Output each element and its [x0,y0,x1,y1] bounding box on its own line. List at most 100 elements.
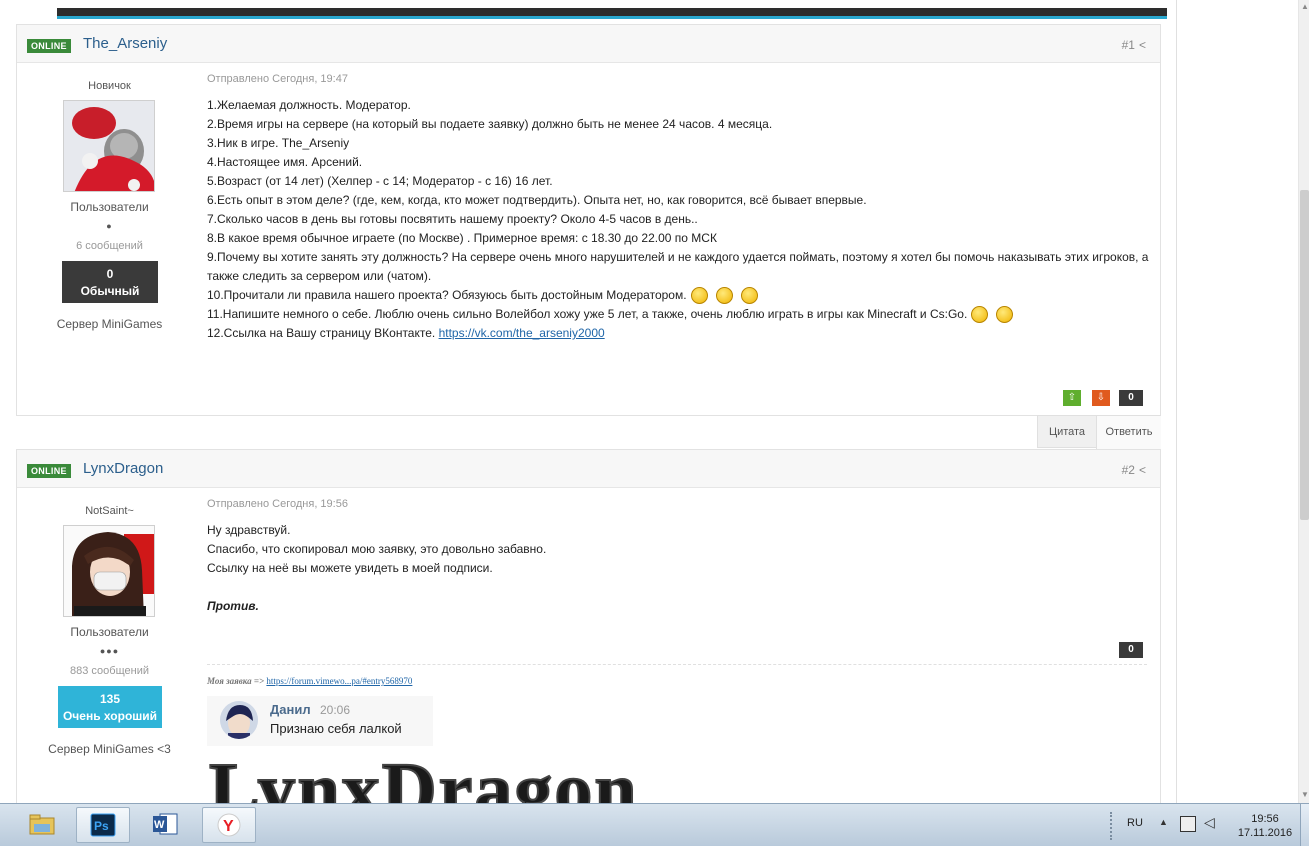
signature-divider [207,664,1147,665]
author-rank-pips: ● [106,221,113,231]
chat-name: Данил [270,702,311,717]
share-icon[interactable]: < [1139,38,1146,52]
avatar-kitten-image [64,101,154,191]
author-group: Пользователи [70,200,149,214]
post-author-name[interactable]: LynxDragon [83,460,163,477]
author-server: Сервер MiniGames <3 [48,742,171,756]
tray-time: 19:56 [1251,813,1279,825]
quote-button[interactable]: Цитата [1038,416,1097,449]
post-line: также следить за сервером или (чатом). [207,269,432,283]
post-line: Спасибо, что скопировал мою заявку, это … [207,542,547,556]
reputation-value: 0 [106,267,114,281]
post-line-with-smiles: 11.Напишите немного о себе. Люблю очень … [207,305,1157,324]
post-date: Отправлено Сегодня, 19:47 [207,73,348,85]
right-margin [1176,0,1297,803]
post-reputation-count: 0 [1119,642,1143,658]
taskbar-photoshop[interactable]: Ps [76,807,130,843]
taskbar-explorer[interactable] [16,807,70,843]
post-line: 9.Почему вы хотите занять эту должность?… [207,250,1149,264]
post-body: 1.Желаемая должность. Модератор. 2.Время… [207,96,1157,343]
post-line: Ну здравствуй. [207,523,291,537]
vote-down-icon[interactable]: ⇩ [1092,390,1110,406]
post-line: 3.Ник в игре. The_Arseniy [207,136,350,150]
post-line-text: 11.Напишите немного о себе. Люблю очень … [207,307,968,321]
scroll-up-icon[interactable]: ▲ [1301,2,1309,11]
folder-icon [29,814,55,835]
post-line: 1.Желаемая должность. Модератор. [207,98,411,112]
signature-banner: LynxDragon [209,750,809,810]
avatar-anime-image [64,526,154,616]
yandex-icon: Y [217,813,241,837]
network-icon[interactable] [1180,816,1196,832]
post-line: 5.Возраст (от 14 лет) (Хелпер - с 14; Мо… [207,174,553,188]
post-controls: Цитата Ответить [1037,415,1161,449]
post-line: Ссылку на неё вы можете увидеть в моей п… [207,561,493,575]
author-avatar[interactable] [63,100,155,192]
chat-avatar-image [220,701,258,739]
post-line-text: 12.Ссылка на Вашу страницу ВКонтакте. [207,326,439,340]
author-rank: Новичок [88,80,131,92]
signature-link[interactable]: https://forum.vimewo...pa/#entry568970 [266,676,412,686]
tray-grip [1110,812,1118,840]
word-icon: W [153,813,178,835]
post-header: ONLINE The_Arseniy #1 < [17,25,1160,63]
browser-top-bar [0,0,1309,22]
post-line: 4.Настоящее имя. Арсений. [207,155,363,169]
forum-post-2: ONLINE LynxDragon #2 < NotSaint~ Пользова… [16,449,1161,810]
scroll-down-icon[interactable]: ▼ [1301,790,1309,799]
scrollbar-thumb[interactable] [1300,190,1309,520]
smile-icon [740,287,758,305]
post-number-label[interactable]: #1 [1122,38,1135,52]
tray-clock[interactable]: 19:56 17.11.2016 [1230,812,1300,840]
wink-smile-icon [996,306,1014,324]
post-line: 12.Ссылка на Вашу страницу ВКонтакте. ht… [207,324,1157,343]
tray-language[interactable]: RU [1127,817,1143,829]
post-line-text: 10.Прочитали ли правила нашего проекта? … [207,288,687,302]
author-rank: NotSaint~ [85,505,134,517]
show-desktop-button[interactable] [1300,804,1309,846]
photoshop-icon: Ps [90,813,116,837]
share-icon[interactable]: < [1139,463,1146,477]
post-header: ONLINE LynxDragon #2 < [17,450,1160,488]
svg-text:Y: Y [223,818,234,835]
author-avatar[interactable] [63,525,155,617]
author-group: Пользователи [70,625,149,639]
vk-profile-link[interactable]: https://vk.com/the_arseniy2000 [439,326,605,340]
windows-taskbar: Ps W Y RU ▲ ◁ 19:56 17.11.2016 [0,803,1309,846]
smile-icon [715,287,733,305]
chat-avatar [220,701,258,739]
smile-icon [690,287,708,305]
tray-date: 17.11.2016 [1237,827,1293,839]
reputation-label: Очень хороший [62,709,158,723]
tray-expand-icon[interactable]: ▲ [1159,817,1168,827]
post-line-bold: Против. [207,599,259,613]
post-line: 2.Время игры на сервере (на который вы п… [207,117,773,131]
post-line-with-smiles: 10.Прочитали ли правила нашего проекта? … [207,286,1157,305]
post-author-name[interactable]: The_Arseniy [83,35,167,52]
chat-text: Признаю себя лалкой [270,721,402,736]
author-post-count[interactable]: 883 сообщений [17,665,202,677]
volume-icon[interactable]: ◁ [1204,814,1215,831]
signature-chat-card: Данил 20:06 Признаю себя лалкой [207,696,433,746]
post-number[interactable]: #2 < [1122,463,1146,477]
post-number-label[interactable]: #2 [1122,463,1135,477]
cool-smile-icon [971,306,989,324]
reputation-label: Обычный [80,284,140,298]
post-reputation-count: 0 [1119,390,1143,406]
author-post-count[interactable]: 6 сообщений [17,240,202,252]
vote-up-icon[interactable]: ⇧ [1063,390,1081,406]
post-line: 8.В какое время обычное играете (по Моск… [207,231,717,245]
post-line: 7.Сколько часов в день вы готовы посвяти… [207,212,698,226]
post-number[interactable]: #1 < [1122,38,1146,52]
taskbar-yandex-browser[interactable]: Y [202,807,256,843]
author-reputation: 0 Обычный [62,261,158,303]
reply-button[interactable]: Ответить [1097,416,1161,449]
top-nav-dark-strip [57,8,1167,16]
taskbar-word[interactable]: W [139,807,193,843]
online-badge: ONLINE [27,464,71,478]
post-date: Отправлено Сегодня, 19:56 [207,498,348,510]
chat-time: 20:06 [320,703,351,717]
page-scrollbar[interactable]: ▲ ▼ [1298,0,1309,803]
svg-text:W: W [154,819,165,831]
